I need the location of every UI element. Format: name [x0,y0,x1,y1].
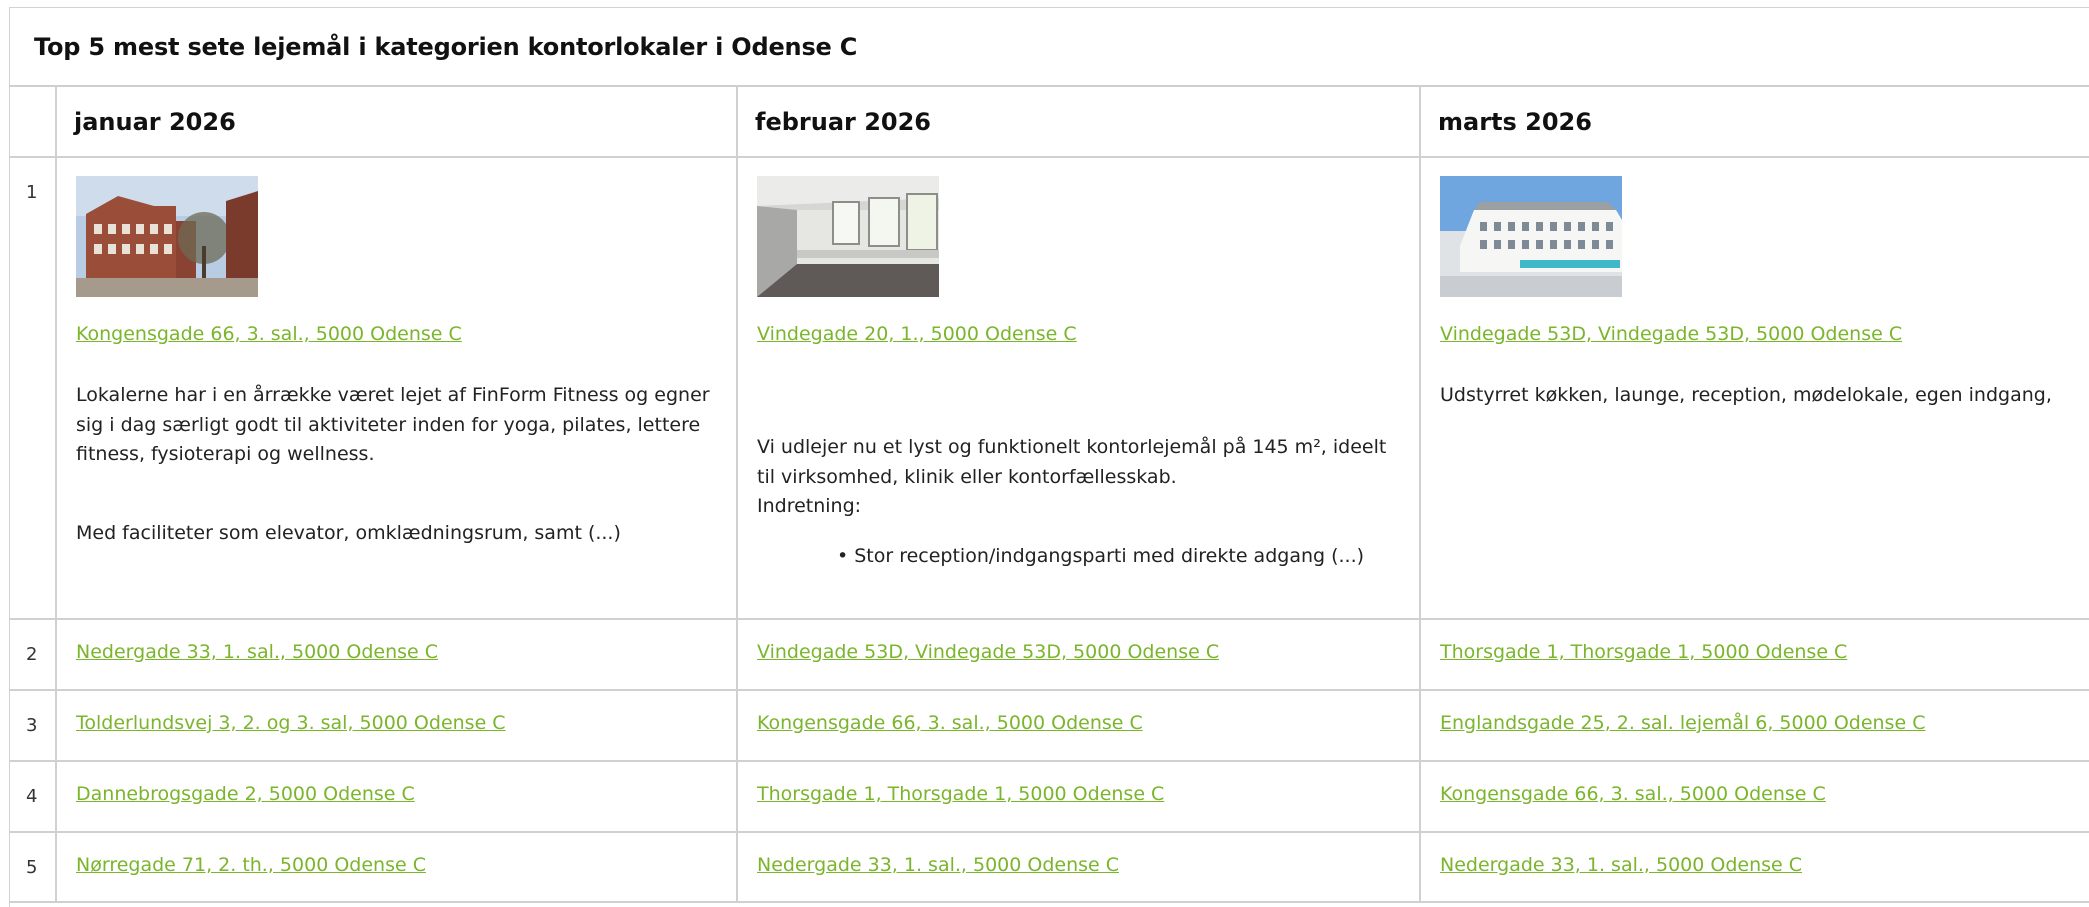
listing-cell: Vindegade 53D, Vindegade 53D, 5000 Odens… [1419,156,2089,620]
listing-link[interactable]: Vindegade 53D, Vindegade 53D, 5000 Odens… [1440,323,1902,345]
listing-cell: Englandsgade 25, 2. sal. lejemål 6, 5000… [1419,689,2089,762]
listing-cell: Vindegade 53D, Vindegade 53D, 5000 Odens… [736,618,1421,691]
listing-description: Udstyrret køkken, launge, reception, mød… [1440,384,2052,406]
listing-cell: Tolderlundsvej 3, 2. og 3. sal, 5000 Ode… [55,689,738,762]
listing-cell: Kongensgade 66, 3. sal., 5000 Odense C [736,689,1421,762]
listing-cell: Nedergade 33, 1. sal., 5000 Odense C [736,831,1421,903]
rank-header [10,87,57,158]
empty-office-room-photo[interactable] [757,176,939,297]
table-row: 2 Nedergade 33, 1. sal., 5000 Odense C V… [10,618,2089,691]
white-building-photo[interactable] [1440,176,1622,297]
feature-item: Stor reception/indgangsparti med direkte… [837,542,1401,572]
listing-cell: Vindegade 20, 1., 5000 Odense C Vi udlej… [736,156,1421,620]
listing-link[interactable]: Dannebrogsgade 2, 5000 Odense C [76,783,415,805]
rank-number: 5 [10,831,57,903]
listing-description: Vi udlejer nu et lyst og funktionelt kon… [757,433,1401,571]
month-header: marts 2026 [1419,87,2089,158]
listing-cell: Nedergade 33, 1. sal., 5000 Odense C [55,618,738,691]
listing-link[interactable]: Englandsgade 25, 2. sal. lejemål 6, 5000… [1440,712,1925,734]
header-row: januar 2026 februar 2026 marts 2026 [10,87,2089,158]
listing-link[interactable]: Thorsgade 1, Thorsgade 1, 5000 Odense C [1440,641,1847,663]
listing-cell: Nørregade 71, 2. th., 5000 Odense C [55,831,738,903]
top5-panel: Top 5 mest sete lejemål i kategorien kon… [9,7,2089,907]
listing-link[interactable]: Nørregade 71, 2. th., 5000 Odense C [76,854,426,876]
listing-link[interactable]: Kongensgade 66, 3. sal., 5000 Odense C [1440,783,1826,805]
listing-cell: Kongensgade 66, 3. sal., 5000 Odense C L… [55,156,738,620]
listing-link[interactable]: Thorsgade 1, Thorsgade 1, 5000 Odense C [757,783,1164,805]
listing-cell: Thorsgade 1, Thorsgade 1, 5000 Odense C [1419,618,2089,691]
listing-link[interactable]: Vindegade 53D, Vindegade 53D, 5000 Odens… [757,641,1219,663]
description-paragraph: Med faciliteter som elevator, omklædning… [76,521,621,544]
rank-number: 2 [10,618,57,691]
listing-link[interactable]: Nedergade 33, 1. sal., 5000 Odense C [757,854,1119,876]
feature-list: Stor reception/indgangsparti med direkte… [837,542,1401,572]
listing-link[interactable]: Tolderlundsvej 3, 2. og 3. sal, 5000 Ode… [76,712,506,734]
rank-number: 3 [10,689,57,762]
month-header: januar 2026 [55,87,738,158]
listing-cell: Nedergade 33, 1. sal., 5000 Odense C [1419,831,2089,903]
table-row: 3 Tolderlundsvej 3, 2. og 3. sal, 5000 O… [10,689,2089,762]
table-row: 5 Nørregade 71, 2. th., 5000 Odense C Ne… [10,831,2089,903]
listing-link[interactable]: Kongensgade 66, 3. sal., 5000 Odense C [757,712,1143,734]
description-paragraph: Vi udlejer nu et lyst og funktionelt kon… [757,436,1387,488]
listing-link[interactable]: Kongensgade 66, 3. sal., 5000 Odense C [76,323,462,345]
listing-link[interactable]: Vindegade 20, 1., 5000 Odense C [757,323,1077,345]
rank-number: 4 [10,760,57,833]
listing-cell: Kongensgade 66, 3. sal., 5000 Odense C [1419,760,2089,833]
table-row: 1 Kongensgade 66, 3. sal., 5000 Odense C… [10,156,2089,620]
description-paragraph: Indretning: [757,495,862,517]
office-building-photo[interactable] [76,176,258,297]
listing-link[interactable]: Nedergade 33, 1. sal., 5000 Odense C [1440,854,1802,876]
description-paragraph: Lokalerne har i en årrække været lejet a… [76,384,710,465]
rank-number: 1 [10,156,57,620]
table-row: 4 Dannebrogsgade 2, 5000 Odense C Thorsg… [10,760,2089,833]
listing-cell: Dannebrogsgade 2, 5000 Odense C [55,760,738,833]
month-header: februar 2026 [736,87,1421,158]
listings-table: januar 2026 februar 2026 marts 2026 1 Ko… [10,87,2089,903]
listing-description: Lokalerne har i en årrække været lejet a… [76,381,718,548]
listing-cell: Thorsgade 1, Thorsgade 1, 5000 Odense C [736,760,1421,833]
panel-title: Top 5 mest sete lejemål i kategorien kon… [10,8,2089,87]
listing-link[interactable]: Nedergade 33, 1. sal., 5000 Odense C [76,641,438,663]
